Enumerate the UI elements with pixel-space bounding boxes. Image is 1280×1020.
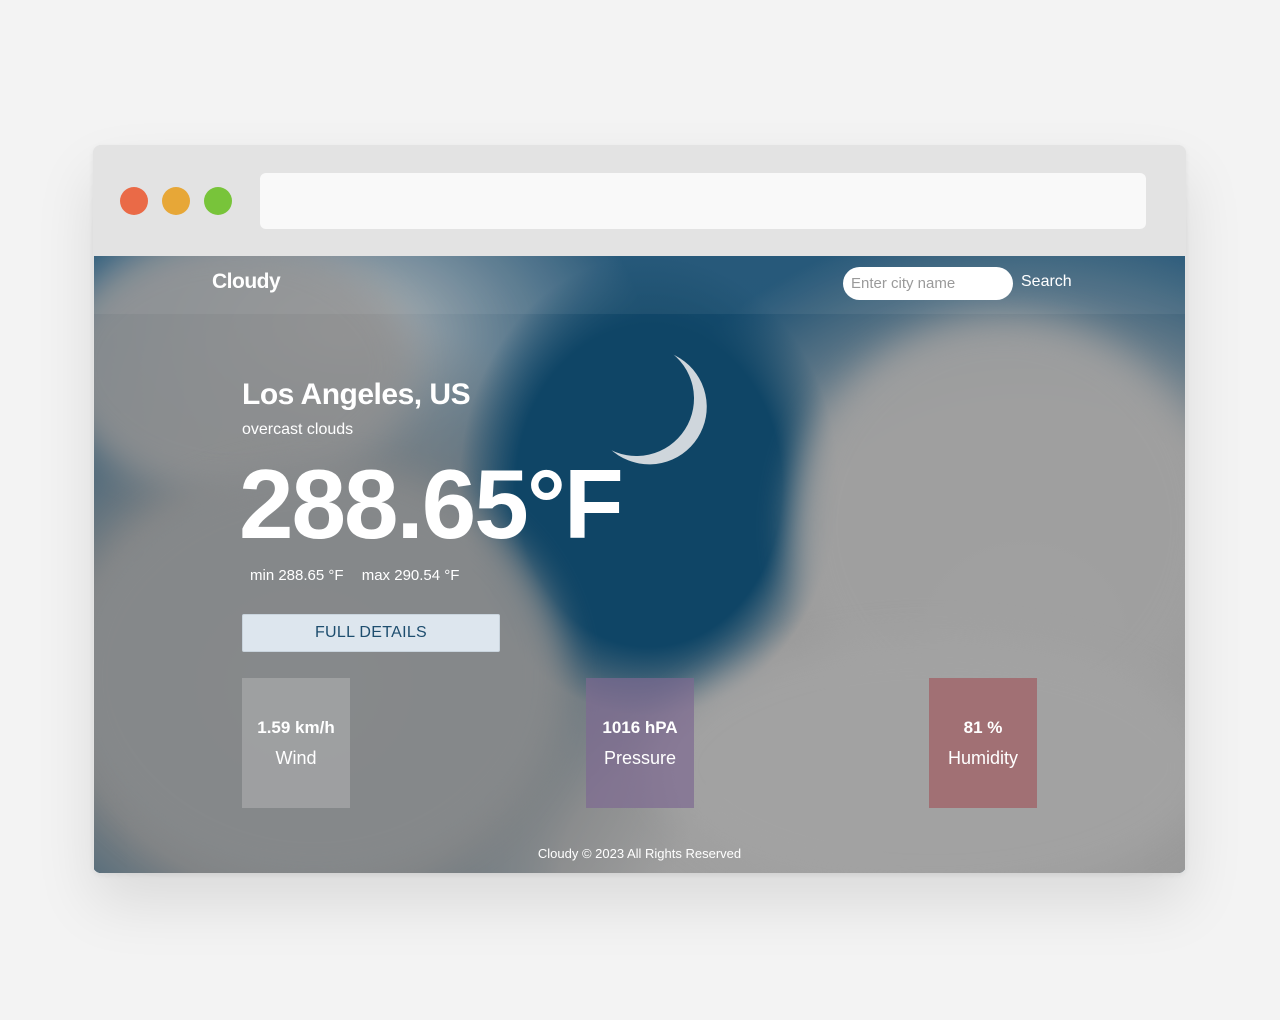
footer: Cloudy © 2023 All Rights Reserved (94, 846, 1185, 861)
search-button[interactable]: Search (1017, 271, 1076, 293)
min-temperature: min 288.65 °F (250, 567, 344, 584)
current-temperature: 288.65°F (239, 449, 624, 559)
address-bar[interactable] (260, 173, 1146, 229)
maximize-window-button[interactable] (204, 187, 232, 215)
weather-description: overcast clouds (242, 421, 354, 438)
city-name: Los Angeles, US (242, 378, 471, 411)
humidity-label: Humidity (947, 748, 1018, 768)
humidity-value: 81 % (963, 718, 1003, 737)
logo-text: Cloudy (212, 270, 281, 293)
city-search-input[interactable] (843, 267, 1013, 300)
minimize-window-button[interactable] (162, 187, 190, 215)
close-window-button[interactable] (120, 187, 148, 215)
wind-label: Wind (275, 748, 317, 768)
max-temperature: max 290.54 °F (361, 567, 460, 584)
page-viewport: Cloudy Search Los Angeles, US overcast c… (94, 256, 1185, 873)
min-max-temperature: min 288.65 °F max 290.54 °F (250, 567, 459, 584)
pressure-value: 1016 hPA (602, 718, 678, 737)
humidity-card: 81 % Humidity (929, 678, 1037, 808)
pressure-label: Pressure (603, 748, 677, 768)
browser-window: Cloudy Search Los Angeles, US overcast c… (93, 145, 1186, 873)
wind-card: 1.59 km/h Wind (242, 678, 350, 808)
navbar: Cloudy Search (94, 256, 1185, 314)
full-details-button[interactable]: FULL DETAILS (242, 614, 500, 652)
pressure-card: 1016 hPA Pressure (586, 678, 694, 808)
browser-toolbar (93, 145, 1186, 256)
footer-copyright: © 2023 All Rights Reserved (581, 846, 742, 861)
wind-value: 1.59 km/h (257, 718, 335, 737)
footer-logo: Cloudy (537, 846, 579, 861)
logo[interactable]: Cloudy (212, 270, 281, 294)
